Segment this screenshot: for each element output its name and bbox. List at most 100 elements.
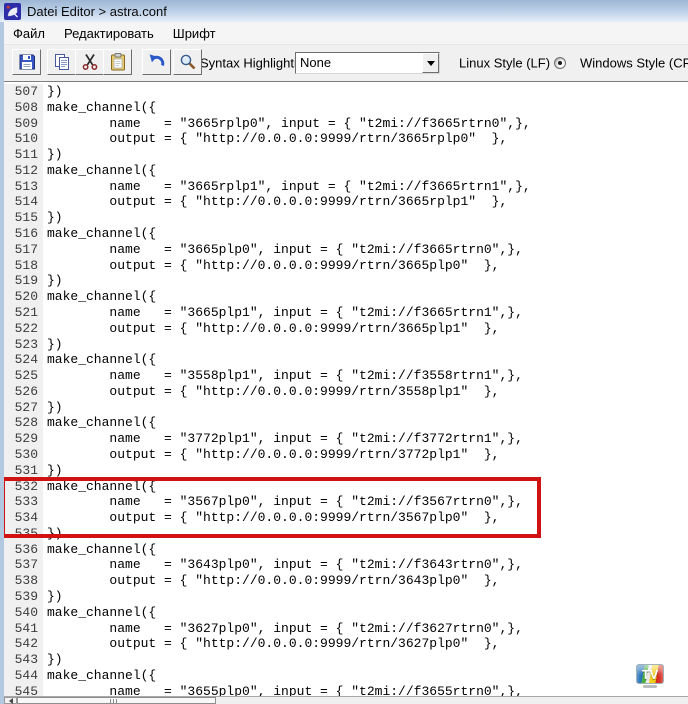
line-text[interactable]: output = { "http://0.0.0.0:9999/rtrn/366… [43,194,507,210]
line-text[interactable]: }) [43,589,63,605]
title-bar[interactable]: Datei Editor > astra.conf [0,0,688,22]
code-line: 536make_channel({ [4,542,688,558]
code-line: 544make_channel({ [4,668,688,684]
line-text[interactable]: name = "3655plp0", input = { "t2mi://f36… [43,684,523,696]
code-line: 507}) [4,84,688,100]
line-text[interactable]: }) [43,147,63,163]
line-text[interactable]: name = "3665plp0", input = { "t2mi://f36… [43,242,523,258]
line-text[interactable]: output = { "http://0.0.0.0:9999/rtrn/366… [43,131,507,147]
line-number: 534 [4,510,43,526]
line-text[interactable]: name = "3665rplp1", input = { "t2mi://f3… [43,179,531,195]
code-line: 533 name = "3567plp0", input = { "t2mi:/… [4,494,688,510]
line-number: 521 [4,305,43,321]
line-number: 532 [4,479,43,495]
line-number: 525 [4,368,43,384]
undo-button[interactable] [142,49,171,75]
code-line: 511}) [4,147,688,163]
combo-dropdown-button[interactable] [422,53,439,73]
window-title: Datei Editor > astra.conf [27,4,167,19]
line-text[interactable]: output = { "http://0.0.0.0:9999/rtrn/366… [43,321,499,337]
toolbar: Syntax Highlighting: None Linux Style (L… [4,45,688,82]
code-line: 537 name = "3643plp0", input = { "t2mi:/… [4,557,688,573]
line-text[interactable]: output = { "http://0.0.0.0:9999/rtrn/362… [43,636,499,652]
code-line: 510 output = { "http://0.0.0.0:9999/rtrn… [4,131,688,147]
line-number: 545 [4,684,43,696]
code-line: 532make_channel({ [4,479,688,495]
line-text[interactable]: output = { "http://0.0.0.0:9999/rtrn/364… [43,573,499,589]
code-line: 528make_channel({ [4,415,688,431]
save-button[interactable] [12,49,41,75]
clipboard-paste-icon [108,52,128,72]
line-number: 541 [4,621,43,637]
line-text[interactable]: output = { "http://0.0.0.0:9999/rtrn/377… [43,447,499,463]
line-text[interactable]: name = "3665plp1", input = { "t2mi://f36… [43,305,523,321]
copy-button[interactable] [47,49,76,75]
scissors-icon [80,52,100,72]
line-number: 520 [4,289,43,305]
line-number: 518 [4,258,43,274]
code-line: 518 output = { "http://0.0.0.0:9999/rtrn… [4,258,688,274]
line-number: 509 [4,116,43,132]
line-text[interactable]: name = "3665rplp0", input = { "t2mi://f3… [43,116,531,132]
linux-style-radio[interactable] [554,57,566,69]
line-text[interactable]: name = "3643plp0", input = { "t2mi://f36… [43,557,523,573]
cut-button[interactable] [75,49,104,75]
line-text[interactable]: make_channel({ [43,163,156,179]
line-number: 513 [4,179,43,195]
line-number: 540 [4,605,43,621]
window-body: ФайлРедактироватьШрифт Syntax Highlighti… [0,22,688,704]
line-text[interactable]: }) [43,400,63,416]
scrollbar-thumb[interactable] [17,697,216,704]
line-text[interactable]: make_channel({ [43,226,156,242]
code-line: 521 name = "3665plp1", input = { "t2mi:/… [4,305,688,321]
line-text[interactable]: name = "3627plp0", input = { "t2mi://f36… [43,621,523,637]
line-number: 528 [4,415,43,431]
line-text[interactable]: name = "3567plp0", input = { "t2mi://f35… [43,494,523,510]
tv-logo: TV [635,664,665,691]
line-text[interactable]: output = { "http://0.0.0.0:9999/rtrn/355… [43,384,499,400]
scroll-left-arrow-button[interactable] [4,697,17,704]
line-text[interactable]: output = { "http://0.0.0.0:9999/rtrn/356… [43,510,499,526]
line-text[interactable]: make_channel({ [43,542,156,558]
line-text[interactable]: make_channel({ [43,289,156,305]
paste-button[interactable] [103,49,132,75]
line-text[interactable]: name = "3558plp1", input = { "t2mi://f35… [43,368,523,384]
code-line: 538 output = { "http://0.0.0.0:9999/rtrn… [4,573,688,589]
line-text[interactable]: make_channel({ [43,479,156,495]
windows-style-label: Windows Style (CR/LF) [580,56,688,71]
code-line: 539}) [4,589,688,605]
line-text[interactable]: make_channel({ [43,415,156,431]
code-line: 535}) [4,526,688,542]
code-line: 530 output = { "http://0.0.0.0:9999/rtrn… [4,447,688,463]
horizontal-scrollbar[interactable] [4,696,688,704]
line-text[interactable]: name = "3772plp1", input = { "t2mi://f37… [43,431,523,447]
syntax-highlighting-select[interactable]: None [295,52,440,74]
code-editor[interactable]: 507})508make_channel({509 name = "3665rp… [4,82,688,696]
line-number: 537 [4,557,43,573]
line-text[interactable]: make_channel({ [43,352,156,368]
line-text[interactable]: }) [43,84,63,100]
line-text[interactable]: }) [43,210,63,226]
line-text[interactable]: output = { "http://0.0.0.0:9999/rtrn/366… [43,258,499,274]
line-number: 533 [4,494,43,510]
code-line: 534 output = { "http://0.0.0.0:9999/rtrn… [4,510,688,526]
line-text[interactable]: }) [43,463,63,479]
line-text[interactable]: make_channel({ [43,605,156,621]
code-line: 523}) [4,337,688,353]
menu-item-file[interactable]: Файл [4,23,55,44]
line-text[interactable]: make_channel({ [43,100,156,116]
search-button[interactable] [173,49,202,75]
line-text[interactable]: make_channel({ [43,668,156,684]
menu-bar: ФайлРедактироватьШрифт [4,22,688,45]
line-number: 517 [4,242,43,258]
menu-item-font[interactable]: Шрифт [164,23,226,44]
line-text[interactable]: }) [43,337,63,353]
line-text[interactable]: }) [43,652,63,668]
line-text[interactable]: }) [43,273,63,289]
menu-item-edit[interactable]: Редактировать [55,23,164,44]
line-number: 507 [4,84,43,100]
line-number: 514 [4,194,43,210]
syntax-highlighting-value: None [296,53,422,73]
line-text[interactable]: }) [43,526,63,542]
code-line: 527}) [4,400,688,416]
